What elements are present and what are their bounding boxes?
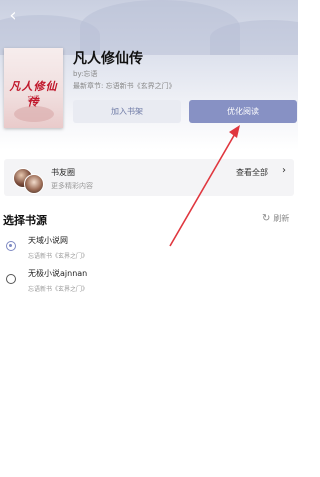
radio-selected-icon[interactable] — [6, 241, 16, 251]
source-name: 天域小说网 — [28, 236, 68, 245]
refresh-button[interactable]: ↻ 刷新 — [262, 213, 289, 224]
refresh-icon: ↻ — [262, 213, 271, 224]
book-cover: 凡人修仙传 忘语 — [4, 48, 63, 128]
source-section-title: 选择书源 — [3, 214, 47, 227]
latest-chapter: 最新章节: 忘语新书《玄界之门》 — [73, 82, 176, 90]
view-all-link[interactable]: 查看全部 — [236, 167, 268, 178]
radio-unselected-icon[interactable] — [6, 274, 16, 284]
book-title: 凡人修仙传 — [73, 51, 143, 67]
back-arrow-icon: ‹ — [9, 4, 17, 26]
add-to-shelf-button[interactable]: 加入书架 — [73, 100, 181, 123]
optimized-read-button[interactable]: 优化阅读 — [189, 100, 297, 123]
friends-label: 书友圈 — [51, 168, 75, 177]
cover-author: 忘语 — [27, 96, 40, 103]
back-button[interactable]: ‹ — [4, 4, 22, 26]
friends-more: 更多精彩内容 — [51, 182, 93, 190]
source-name: 无极小说ajnnan — [28, 269, 88, 278]
source-latest: 忘语新书《玄界之门》 — [28, 253, 89, 260]
source-item-tianyu[interactable]: 天域小说网 忘语新书《玄界之门》 — [0, 233, 298, 269]
book-author: by:忘语 — [73, 70, 98, 78]
chevron-right-icon: › — [282, 165, 286, 176]
refresh-label: 刷新 — [273, 214, 290, 223]
source-item-wuji[interactable]: 无极小说ajnnan 忘语新书《玄界之门》 — [0, 266, 298, 302]
source-latest: 忘语新书《玄界之门》 — [28, 286, 89, 293]
avatar — [24, 174, 44, 194]
book-friends-circle[interactable]: 书友圈 更多精彩内容 查看全部 › — [4, 159, 294, 196]
